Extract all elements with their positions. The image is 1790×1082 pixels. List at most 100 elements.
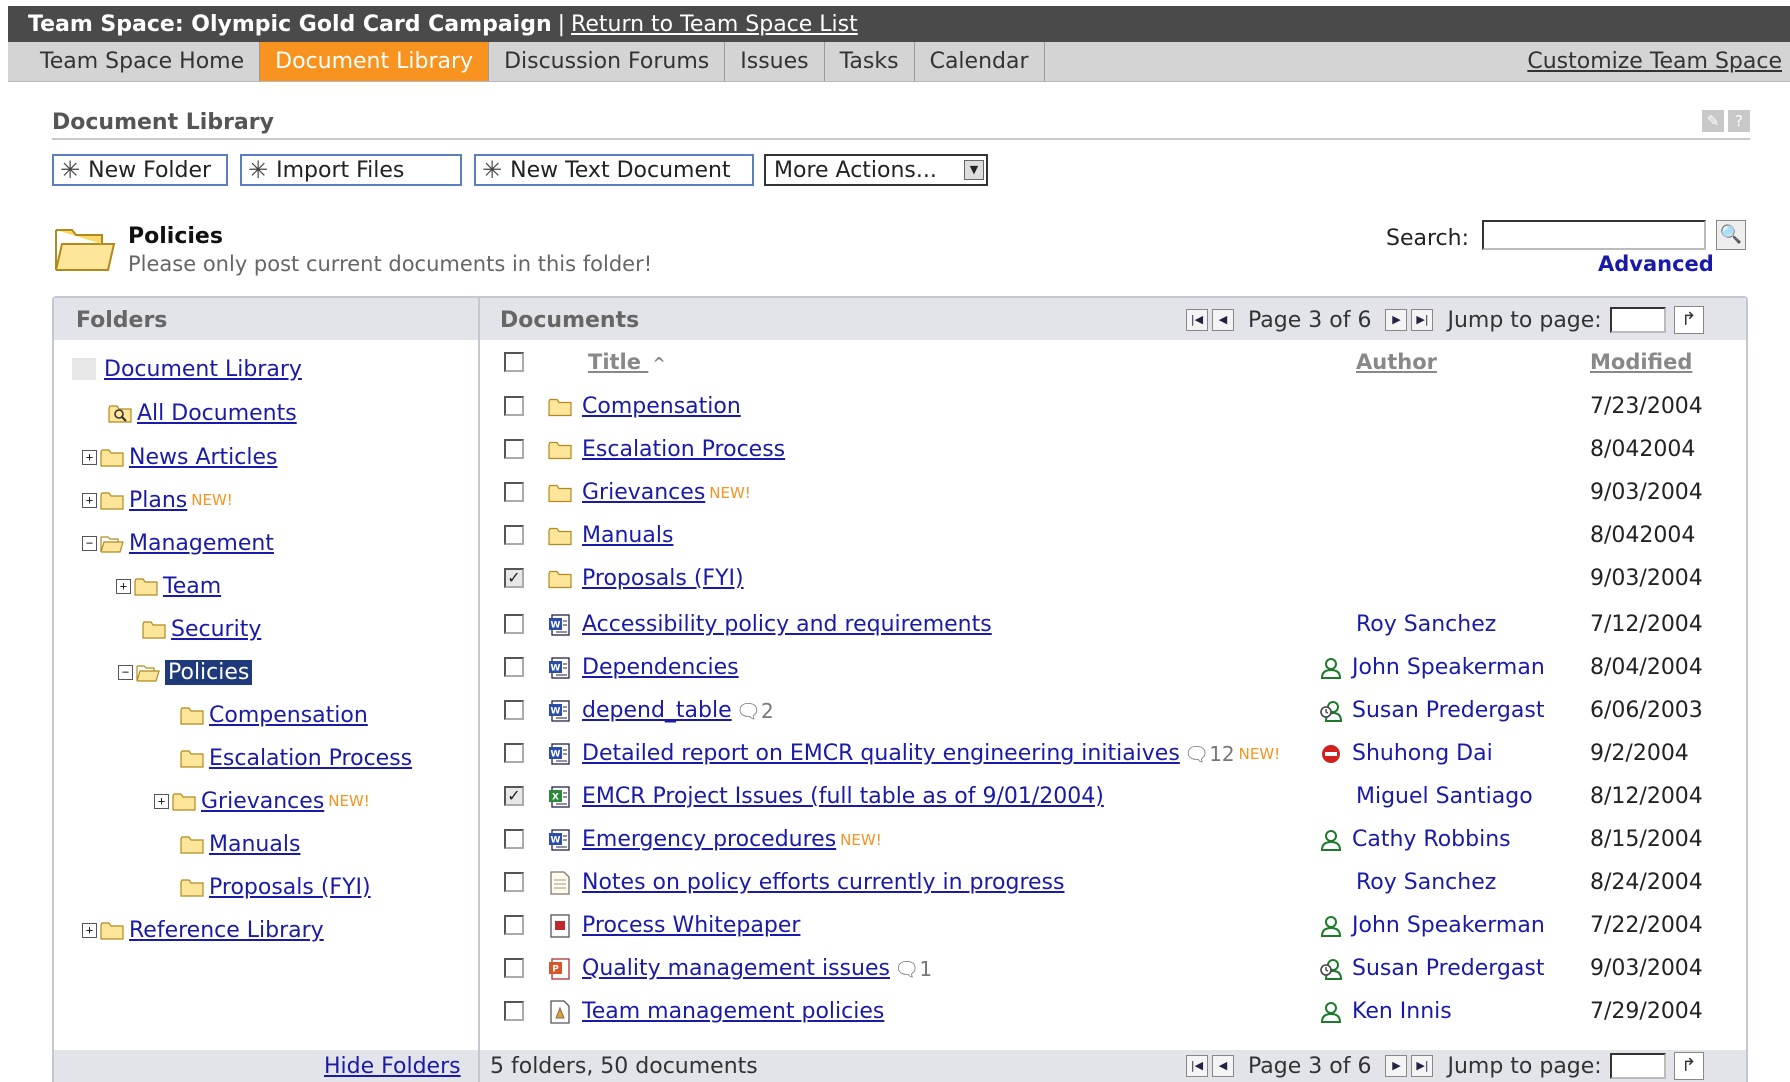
row-title-link[interactable]: Escalation Process	[582, 437, 785, 462]
row-checkbox[interactable]	[504, 439, 524, 459]
new-folder-button[interactable]: ✳ New Folder	[52, 154, 228, 186]
tree-item-all-documents[interactable]: All Documents	[108, 398, 297, 428]
tree-item-news-articles[interactable]: + News Articles	[82, 442, 277, 472]
row-title-link[interactable]: EMCR Project Issues (full table as of 9/…	[582, 784, 1104, 809]
row-title-link[interactable]: Proposals (FYI)	[582, 566, 744, 591]
help-icon[interactable]: ?	[1728, 110, 1750, 132]
tree-label[interactable]: All Documents	[137, 401, 297, 426]
author-link[interactable]: Susan Predergast	[1352, 956, 1544, 981]
select-all-checkbox[interactable]	[504, 352, 524, 372]
go-arrow-icon[interactable]: ↱	[1673, 1052, 1704, 1080]
tree-label[interactable]: News Articles	[129, 445, 277, 470]
more-actions-select[interactable]: More Actions... ▼	[764, 154, 988, 186]
tree-item-grievances[interactable]: + Grievances NEW!	[154, 786, 370, 816]
edit-icon[interactable]: ✎	[1702, 110, 1724, 132]
search-icon[interactable]: 🔍	[1716, 220, 1746, 250]
tab-team-space-home[interactable]: Team Space Home	[8, 42, 261, 81]
expand-icon[interactable]: +	[154, 793, 169, 809]
author-link[interactable]: Shuhong Dai	[1352, 741, 1493, 766]
row-title-link[interactable]: Emergency procedures	[582, 827, 836, 852]
tree-item-escalation-process[interactable]: Escalation Process	[180, 743, 412, 773]
row-checkbox[interactable]: ✓	[504, 568, 524, 588]
row-title-link[interactable]: Dependencies	[582, 655, 739, 680]
tree-label[interactable]: Team	[163, 574, 221, 599]
tree-label-selected[interactable]: Policies	[165, 659, 253, 685]
previous-page-icon[interactable]: ◀	[1212, 1055, 1234, 1077]
tree-label[interactable]: Security	[171, 617, 261, 642]
tree-item-policies[interactable]: − Policies	[118, 657, 253, 687]
last-page-icon[interactable]: ▶|	[1411, 1055, 1434, 1077]
author-link[interactable]: Cathy Robbins	[1352, 827, 1511, 852]
new-text-document-button[interactable]: ✳ New Text Document	[474, 154, 754, 186]
tree-label[interactable]: Proposals (FYI)	[209, 875, 371, 900]
row-checkbox[interactable]	[504, 915, 524, 935]
row-checkbox[interactable]	[504, 700, 524, 720]
author-link[interactable]: Miguel Santiago	[1356, 784, 1533, 809]
author-link[interactable]: Roy Sanchez	[1356, 870, 1496, 895]
next-page-icon[interactable]: ▶	[1385, 1055, 1408, 1077]
row-title-link[interactable]: Quality management issues	[582, 956, 890, 981]
tree-item-manuals[interactable]: Manuals	[180, 829, 300, 859]
tab-discussion-forums[interactable]: Discussion Forums	[489, 42, 726, 81]
tab-issues[interactable]: Issues	[725, 42, 825, 81]
expand-icon[interactable]: +	[82, 922, 97, 938]
last-page-icon[interactable]: ▶|	[1411, 309, 1434, 331]
hide-folders-link[interactable]: Hide Folders	[324, 1054, 461, 1079]
next-page-icon[interactable]: ▶	[1385, 309, 1408, 331]
tree-item-plans[interactable]: + Plans NEW!	[82, 485, 233, 515]
tree-item-security[interactable]: Security	[142, 614, 261, 644]
comment-count[interactable]: 🗨2	[736, 699, 774, 723]
comment-count[interactable]: 🗨1	[894, 957, 932, 981]
expand-icon[interactable]: +	[82, 492, 97, 508]
collapse-icon[interactable]: −	[82, 535, 97, 551]
row-title-link[interactable]: Manuals	[582, 523, 673, 548]
row-checkbox[interactable]	[504, 958, 524, 978]
search-input[interactable]	[1482, 220, 1706, 250]
tree-label[interactable]: Reference Library	[129, 918, 324, 943]
row-checkbox[interactable]	[504, 872, 524, 892]
row-checkbox[interactable]	[504, 525, 524, 545]
collapse-icon[interactable]: −	[118, 664, 133, 680]
jump-to-page-input[interactable]	[1609, 307, 1666, 333]
tree-label[interactable]: Plans	[129, 488, 187, 513]
expand-icon[interactable]: +	[116, 578, 131, 594]
tree-item-compensation[interactable]: Compensation	[180, 700, 368, 730]
tree-label[interactable]: Manuals	[209, 832, 300, 857]
row-title-link[interactable]: Detailed report on EMCR quality engineer…	[582, 741, 1180, 766]
row-title-link[interactable]: Notes on policy efforts currently in pro…	[582, 870, 1064, 895]
expand-icon[interactable]: +	[82, 449, 97, 465]
column-header-title[interactable]: Title ^	[588, 350, 666, 374]
row-checkbox[interactable]	[504, 829, 524, 849]
first-page-icon[interactable]: |◀	[1186, 1055, 1208, 1077]
comment-count[interactable]: 🗨12	[1184, 742, 1235, 766]
first-page-icon[interactable]: |◀	[1186, 309, 1208, 331]
row-title-link[interactable]: Team management policies	[582, 999, 884, 1024]
tab-calendar[interactable]: Calendar	[915, 42, 1045, 81]
tree-item-management[interactable]: − Management	[82, 528, 274, 558]
row-title-link[interactable]: depend_table	[582, 698, 732, 723]
author-link[interactable]: Susan Predergast	[1352, 698, 1544, 723]
tree-label[interactable]: Compensation	[209, 703, 368, 728]
tree-label[interactable]: Escalation Process	[209, 746, 412, 771]
tree-item-reference-library[interactable]: + Reference Library	[82, 915, 324, 945]
tree-label[interactable]: Grievances	[201, 789, 324, 814]
jump-to-page-input[interactable]	[1609, 1053, 1666, 1079]
advanced-search-link[interactable]: Advanced	[1598, 252, 1714, 276]
column-header-author[interactable]: Author	[1356, 350, 1437, 374]
tree-item-document-library[interactable]: Document Library	[72, 354, 302, 384]
tree-item-proposals[interactable]: Proposals (FYI)	[180, 872, 371, 902]
tab-document-library[interactable]: Document Library	[260, 42, 490, 81]
author-link[interactable]: Ken Innis	[1352, 999, 1452, 1024]
return-to-team-space-list-link[interactable]: Return to Team Space List	[571, 12, 858, 37]
row-title-link[interactable]: Compensation	[582, 394, 741, 419]
row-title-link[interactable]: Grievances	[582, 480, 705, 505]
go-arrow-icon[interactable]: ↱	[1673, 306, 1704, 334]
row-checkbox[interactable]: ✓	[504, 786, 524, 806]
row-checkbox[interactable]	[504, 396, 524, 416]
row-checkbox[interactable]	[504, 657, 524, 677]
row-checkbox[interactable]	[504, 1001, 524, 1021]
row-title-link[interactable]: Accessibility policy and requirements	[582, 612, 992, 637]
customize-team-space-link[interactable]: Customize Team Space	[1527, 42, 1790, 81]
column-header-modified[interactable]: Modified	[1590, 350, 1692, 374]
author-link[interactable]: John Speakerman	[1352, 655, 1545, 680]
